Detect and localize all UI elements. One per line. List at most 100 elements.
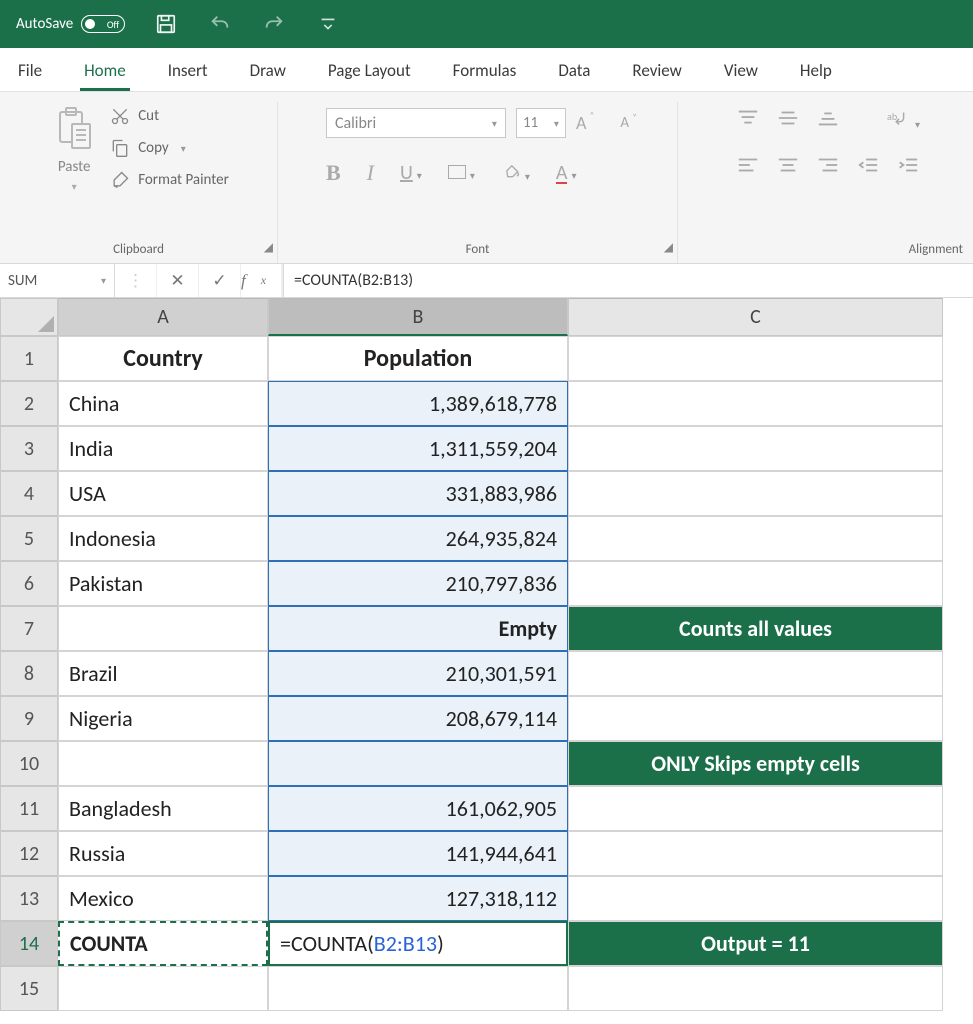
cell[interactable] xyxy=(568,966,943,1011)
row-header[interactable]: 11 xyxy=(0,786,58,831)
align-center-button[interactable] xyxy=(777,156,799,178)
cell[interactable]: Output = 11 xyxy=(568,921,943,966)
cell[interactable]: 331,883,986 xyxy=(268,471,568,516)
cell[interactable]: Russia xyxy=(58,831,268,876)
spreadsheet-grid[interactable]: A B C 1 Country Population 2China1,389,6… xyxy=(0,298,973,1011)
cell[interactable]: Counts all values xyxy=(568,606,943,651)
grow-font-button[interactable]: A˄ xyxy=(576,112,586,134)
cell[interactable] xyxy=(58,741,268,786)
row-header[interactable]: 2 xyxy=(0,381,58,426)
cell[interactable]: Bangladesh xyxy=(58,786,268,831)
row-header[interactable]: 1 xyxy=(0,336,58,381)
cell[interactable]: COUNTA xyxy=(58,921,268,966)
cell[interactable]: 210,301,591 xyxy=(268,651,568,696)
select-all-corner[interactable] xyxy=(0,298,58,336)
cell[interactable] xyxy=(568,831,943,876)
cell[interactable]: Indonesia xyxy=(58,516,268,561)
autosave-toggle[interactable]: AutoSave Off xyxy=(16,15,125,33)
cell[interactable]: 1,311,559,204 xyxy=(268,426,568,471)
cell[interactable] xyxy=(568,426,943,471)
cell[interactable] xyxy=(568,471,943,516)
align-middle-button[interactable] xyxy=(777,109,799,131)
dialog-launcher-icon[interactable]: ◢ xyxy=(264,240,273,255)
row-header[interactable]: 12 xyxy=(0,831,58,876)
row-header[interactable]: 3 xyxy=(0,426,58,471)
font-name-select[interactable]: Calibri ▾ xyxy=(326,108,506,138)
border-button[interactable]: ▾ xyxy=(448,161,475,185)
cell[interactable] xyxy=(568,696,943,741)
cell[interactable] xyxy=(268,966,568,1011)
tab-data[interactable]: Data xyxy=(554,52,594,91)
cell[interactable] xyxy=(568,876,943,921)
tab-formulas[interactable]: Formulas xyxy=(449,52,521,91)
tab-file[interactable]: File xyxy=(14,52,46,91)
cell[interactable] xyxy=(268,741,568,786)
cell[interactable] xyxy=(568,651,943,696)
cell[interactable] xyxy=(568,786,943,831)
col-header-A[interactable]: A xyxy=(58,298,268,336)
tab-page-layout[interactable]: Page Layout xyxy=(324,52,415,91)
tab-help[interactable]: Help xyxy=(796,52,836,91)
wrap-text-button[interactable]: ab▾ xyxy=(887,108,920,132)
cell[interactable] xyxy=(58,606,268,651)
cell[interactable]: USA xyxy=(58,471,268,516)
italic-button[interactable]: I xyxy=(367,160,374,186)
cell[interactable] xyxy=(568,561,943,606)
cell[interactable]: Pakistan xyxy=(58,561,268,606)
row-header[interactable]: 14 xyxy=(0,921,58,966)
col-header-B[interactable]: B xyxy=(268,298,568,336)
cell[interactable]: 264,935,824 xyxy=(268,516,568,561)
fx-icon[interactable]: fx xyxy=(241,264,283,297)
row-header[interactable]: 10 xyxy=(0,741,58,786)
fill-color-button[interactable]: ▾ xyxy=(501,160,530,186)
tab-draw[interactable]: Draw xyxy=(246,52,290,91)
cell[interactable]: Brazil xyxy=(58,651,268,696)
cell[interactable]: 1,389,618,778 xyxy=(268,381,568,426)
row-header[interactable]: 9 xyxy=(0,696,58,741)
align-left-button[interactable] xyxy=(737,156,759,178)
cell[interactable]: 127,318,112 xyxy=(268,876,568,921)
cancel-button[interactable]: ✕ xyxy=(157,264,199,297)
cell[interactable]: ONLY Skips empty cells xyxy=(568,741,943,786)
row-header[interactable]: 6 xyxy=(0,561,58,606)
row-header[interactable]: 4 xyxy=(0,471,58,516)
align-right-button[interactable] xyxy=(817,156,839,178)
copy-button[interactable]: Copy ▾ xyxy=(110,138,229,158)
cell[interactable]: Country xyxy=(58,336,268,381)
tab-review[interactable]: Review xyxy=(628,52,685,91)
font-size-select[interactable]: 11 ▾ xyxy=(516,108,566,138)
shrink-font-button[interactable]: A˅ xyxy=(620,114,629,132)
align-bottom-button[interactable] xyxy=(817,109,839,131)
name-box[interactable]: SUM ▾ xyxy=(0,264,115,297)
col-header-C[interactable]: C xyxy=(568,298,943,336)
cell[interactable]: 208,679,114 xyxy=(268,696,568,741)
tab-view[interactable]: View xyxy=(720,52,762,91)
cut-button[interactable]: Cut xyxy=(110,106,229,126)
row-header[interactable]: 13 xyxy=(0,876,58,921)
cell[interactable]: 141,944,641 xyxy=(268,831,568,876)
cell[interactable]: 161,062,905 xyxy=(268,786,568,831)
decrease-indent-button[interactable] xyxy=(857,156,879,178)
cell[interactable] xyxy=(568,336,943,381)
tab-insert[interactable]: Insert xyxy=(164,52,212,91)
qat-dropdown-icon[interactable] xyxy=(315,11,341,37)
align-top-button[interactable] xyxy=(737,109,759,131)
underline-button[interactable]: U▾ xyxy=(400,161,422,185)
active-cell[interactable]: =COUNTA(B2:B13) xyxy=(268,921,568,966)
cell[interactable]: Nigeria xyxy=(58,696,268,741)
toggle-switch[interactable]: Off xyxy=(81,15,125,33)
cell[interactable] xyxy=(58,966,268,1011)
cell[interactable]: India xyxy=(58,426,268,471)
cell[interactable]: Empty xyxy=(268,606,568,651)
dialog-launcher-icon[interactable]: ◢ xyxy=(664,240,673,255)
tab-home[interactable]: Home xyxy=(80,52,130,91)
font-color-button[interactable]: A▾ xyxy=(556,161,577,185)
formula-bar-input[interactable]: =COUNTA(B2:B13) xyxy=(284,264,973,297)
cell[interactable]: 210,797,836 xyxy=(268,561,568,606)
undo-icon[interactable] xyxy=(207,11,233,37)
cell[interactable]: Population xyxy=(268,336,568,381)
row-header[interactable]: 15 xyxy=(0,966,58,1011)
cell[interactable] xyxy=(568,516,943,561)
row-header[interactable]: 8 xyxy=(0,651,58,696)
cell[interactable]: Mexico xyxy=(58,876,268,921)
